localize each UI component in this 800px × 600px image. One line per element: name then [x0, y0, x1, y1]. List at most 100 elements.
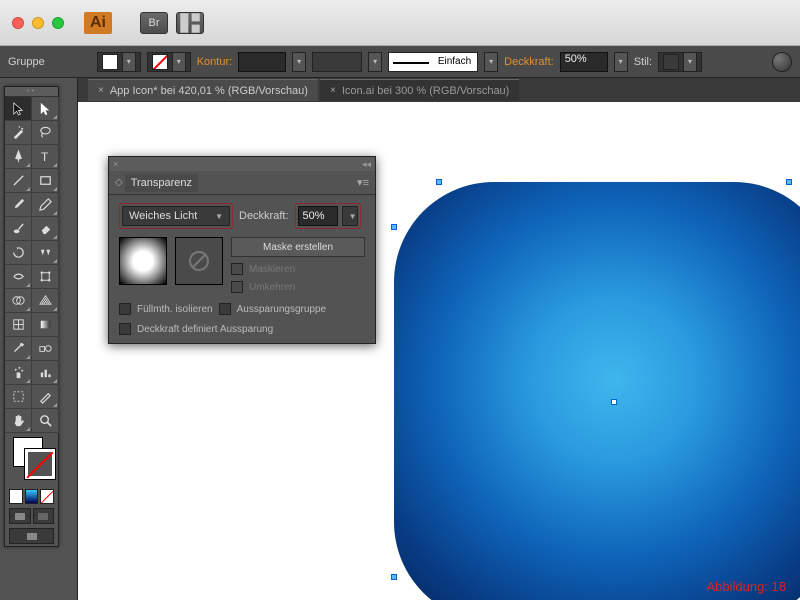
selection-type-label: Gruppe [8, 56, 45, 68]
stroke-weight-input[interactable] [238, 52, 286, 72]
toolbox: •• T [4, 86, 59, 547]
clip-checkbox: Maskieren [231, 263, 365, 275]
document-tab-label: Icon.ai bei 300 % (RGB/Vorschau) [342, 85, 510, 97]
document-tab-label: App Icon* bei 420,01 % (RGB/Vorschau) [110, 85, 308, 97]
chevron-down-icon: ▼ [349, 212, 357, 221]
stroke-swatch-well[interactable]: ▾ [147, 52, 191, 72]
hand-tool[interactable] [5, 409, 32, 433]
zoom-tool[interactable] [32, 409, 59, 433]
document-setup-icon[interactable] [772, 52, 792, 72]
center-point[interactable] [611, 399, 617, 405]
chevron-down-icon[interactable]: ▾ [172, 52, 186, 72]
knockout-group-checkbox[interactable]: Aussparungsgruppe [219, 303, 327, 315]
control-bar: Gruppe ▾ ▾ Kontur: ▾ ▾ Einfach▾ Deckkraf… [0, 46, 800, 78]
gradient-tool[interactable] [32, 313, 59, 337]
fill-swatch-well[interactable]: ▾ [97, 52, 141, 72]
opacity-defines-knockout-checkbox[interactable]: Deckkraft definiert Aussparung [119, 323, 365, 335]
bridge-button[interactable]: Br [140, 12, 168, 34]
close-tab-icon[interactable]: × [98, 85, 104, 96]
column-graph-tool[interactable] [32, 361, 59, 385]
chevron-down-icon[interactable]: ▾ [122, 52, 136, 72]
collapse-panel-icon[interactable]: ◂◂ [362, 159, 371, 170]
draw-normal-icon[interactable] [9, 508, 31, 524]
cycle-panel-icon[interactable]: ◇ [115, 177, 121, 188]
stroke-color-swatch[interactable] [25, 449, 55, 479]
mesh-tool[interactable] [5, 313, 32, 337]
fill-stroke-control[interactable] [5, 433, 58, 487]
line-tool[interactable] [5, 169, 32, 193]
document-tab-active[interactable]: × App Icon* bei 420,01 % (RGB/Vorschau) [88, 79, 318, 101]
anchor-point[interactable] [786, 179, 792, 185]
free-transform-tool[interactable] [32, 265, 59, 289]
eyedropper-tool[interactable] [5, 337, 32, 361]
pen-tool[interactable] [5, 145, 32, 169]
color-mode-gradient[interactable] [25, 489, 39, 504]
close-tab-icon[interactable]: × [330, 85, 336, 96]
object-thumbnail[interactable] [119, 237, 167, 285]
eraser-tool[interactable] [32, 217, 59, 241]
anchor-point[interactable] [436, 179, 442, 185]
screen-mode-button[interactable] [9, 528, 54, 544]
panel-header[interactable]: × ◂◂ [109, 157, 375, 171]
anchor-point[interactable] [391, 574, 397, 580]
close-window-icon[interactable] [12, 17, 24, 29]
minimize-window-icon[interactable] [32, 17, 44, 29]
figure-annotation: Abbildung: 18 [706, 579, 786, 594]
panel-grip[interactable]: •• [5, 87, 58, 97]
panel-menu-icon[interactable]: ▾≡ [357, 176, 369, 189]
symbol-sprayer-tool[interactable] [5, 361, 32, 385]
stroke-profile-dropdown[interactable] [312, 52, 362, 72]
window-titlebar: Ai Br [0, 0, 800, 46]
perspective-grid-tool[interactable] [32, 289, 59, 313]
rotate-tool[interactable] [5, 241, 32, 265]
chevron-down-icon[interactable]: ▾ [368, 52, 382, 72]
paintbrush-tool[interactable] [5, 193, 32, 217]
pencil-tool[interactable] [32, 193, 59, 217]
blend-tool[interactable] [32, 337, 59, 361]
document-tabstrip: × App Icon* bei 420,01 % (RGB/Vorschau) … [0, 78, 800, 102]
isolate-blending-checkbox[interactable]: Füllmth. isolieren [119, 303, 213, 315]
panel-tab-transparenz[interactable]: Transparenz [125, 174, 198, 192]
slice-tool[interactable] [32, 385, 59, 409]
blend-mode-value: Weiches Licht [129, 210, 197, 222]
color-mode-solid[interactable] [9, 489, 23, 504]
document-tab-inactive[interactable]: × Icon.ai bei 300 % (RGB/Vorschau) [320, 79, 519, 101]
chevron-down-icon[interactable]: ▾ [614, 52, 628, 72]
style-swatch [663, 54, 679, 70]
direct-selection-tool[interactable] [32, 97, 59, 121]
blob-brush-tool[interactable] [5, 217, 32, 241]
blend-mode-dropdown[interactable]: Weiches Licht ▼ [122, 206, 230, 226]
brush-definition-dropdown[interactable]: Einfach [388, 52, 478, 72]
close-panel-icon[interactable]: × [113, 159, 118, 169]
rectangle-tool[interactable] [32, 169, 59, 193]
anchor-point[interactable] [391, 224, 397, 230]
make-mask-button[interactable]: Maske erstellen [231, 237, 365, 257]
color-mode-none[interactable] [40, 489, 54, 504]
lasso-tool[interactable] [32, 121, 59, 145]
arrange-documents-button[interactable] [176, 12, 204, 34]
kontur-label: Kontur: [197, 56, 232, 68]
zoom-window-icon[interactable] [52, 17, 64, 29]
app-badge: Ai [84, 12, 112, 34]
shape-builder-tool[interactable] [5, 289, 32, 313]
chevron-down-icon[interactable]: ▾ [292, 52, 306, 72]
artboard-tool[interactable] [5, 385, 32, 409]
selection-tool[interactable] [5, 97, 32, 121]
panel-opacity-input[interactable]: 50% [298, 206, 338, 226]
width-tool[interactable] [5, 265, 32, 289]
selection-bounds [394, 182, 800, 600]
draw-behind-icon[interactable] [33, 508, 55, 524]
chevron-down-icon[interactable]: ▾ [683, 52, 697, 72]
chevron-down-icon[interactable]: ▾ [484, 52, 498, 72]
mask-thumbnail[interactable] [175, 237, 223, 285]
reflect-tool[interactable] [32, 241, 59, 265]
magic-wand-tool[interactable] [5, 121, 32, 145]
opacity-dropdown[interactable]: ▼ [342, 206, 358, 226]
stroke-swatch-none [152, 54, 168, 70]
opacity-input[interactable]: 50% [560, 52, 608, 72]
type-tool[interactable]: T [32, 145, 59, 169]
blend-mode-highlight: Weiches Licht ▼ [119, 203, 233, 229]
traffic-lights [12, 17, 64, 29]
transparency-panel: × ◂◂ ◇ Transparenz ▾≡ Weiches Licht ▼ De… [108, 156, 376, 344]
style-swatch-well[interactable]: ▾ [658, 52, 702, 72]
